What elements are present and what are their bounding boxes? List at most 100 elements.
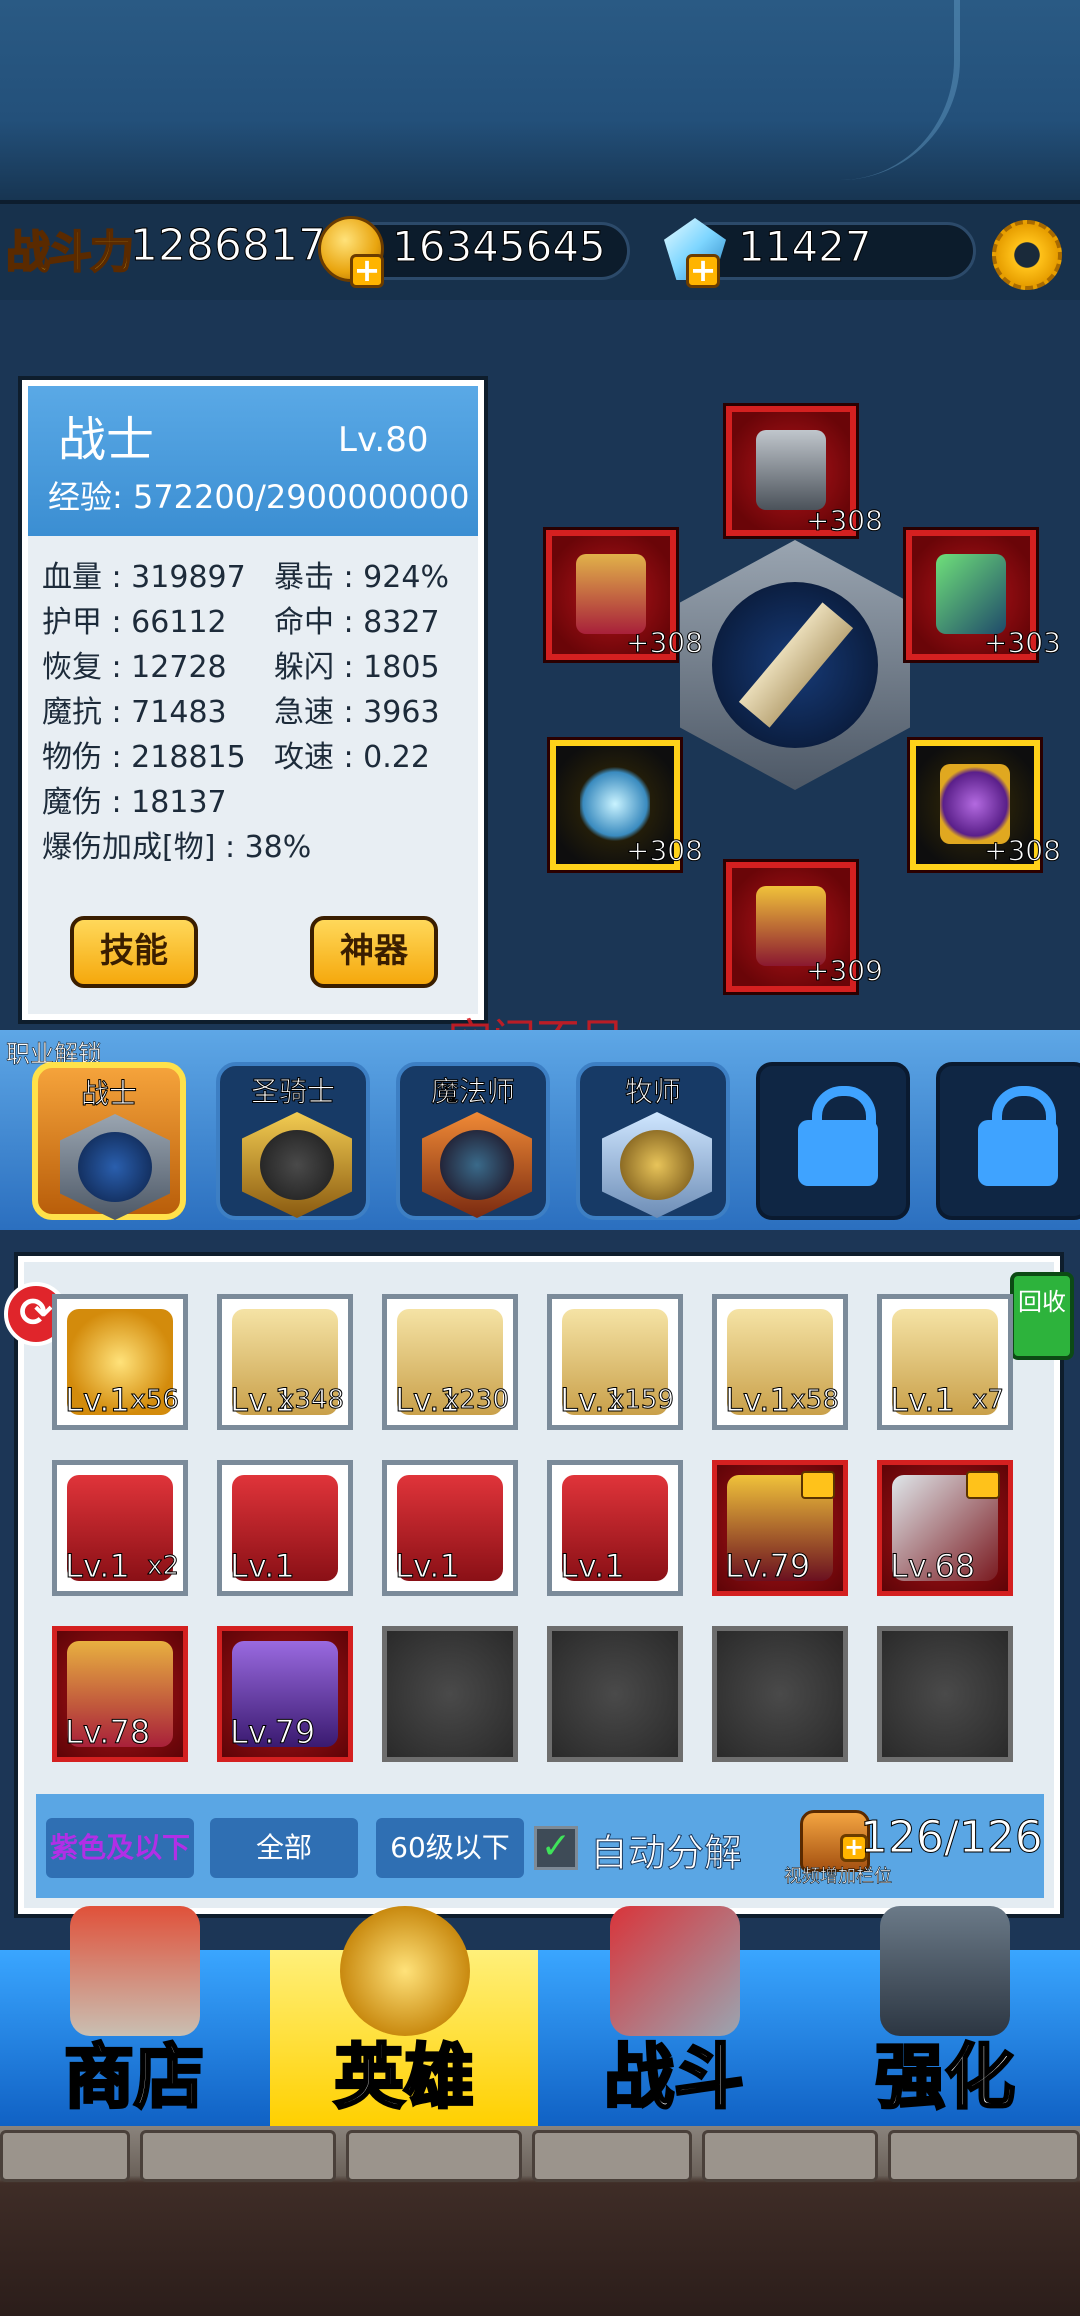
inventory-slot[interactable]: Lv.1: [217, 1460, 353, 1596]
nav-label: 强化: [874, 2035, 1017, 2120]
item-level: Lv.78: [64, 1713, 151, 1752]
tab-class-locked[interactable]: [936, 1062, 1080, 1220]
nav-shop[interactable]: 商店: [0, 1906, 268, 2126]
plus-icon[interactable]: +: [686, 254, 720, 288]
tab-class-mage[interactable]: 魔法师: [396, 1062, 550, 1220]
item-qty: x2: [147, 1551, 180, 1582]
inventory-slot-empty[interactable]: [547, 1626, 683, 1762]
skill-button[interactable]: 技能: [70, 916, 198, 988]
stat-left: 恢复 : 12728: [42, 650, 227, 685]
item-qty: x7: [972, 1385, 1005, 1416]
equip-plus: +308: [984, 834, 1062, 868]
item-qty: x230: [443, 1385, 509, 1416]
inventory-slot[interactable]: Lv.1 x230: [382, 1294, 518, 1430]
tab-class-priest[interactable]: 牧师: [576, 1062, 730, 1220]
stat-left: 爆伤加成[物] : 38%: [42, 830, 312, 865]
inventory-slot[interactable]: Lv.79: [217, 1626, 353, 1762]
inventory-slot[interactable]: Lv.1 x7: [877, 1294, 1013, 1430]
class-tab-label: 圣骑士: [250, 1075, 335, 1109]
stats-header: 战士 Lv.80 经验: 572200/2900000000: [28, 386, 478, 536]
stat-left: 物伤 : 218815: [42, 740, 246, 775]
item-level: Lv.1: [560, 1547, 626, 1586]
tab-class-locked[interactable]: [756, 1062, 910, 1220]
padlock-icon: [966, 1471, 1000, 1499]
nav-battle[interactable]: 战斗: [540, 1906, 808, 2126]
helmet-icon: [340, 1906, 470, 2036]
inventory-slot-empty[interactable]: [382, 1626, 518, 1762]
staff-icon: [422, 1112, 532, 1218]
recycle-bin-button[interactable]: 回收: [1010, 1272, 1074, 1360]
inventory-slot[interactable]: Lv.1: [382, 1460, 518, 1596]
brick: [888, 2130, 1080, 2182]
inventory-slot[interactable]: Lv.68: [877, 1460, 1013, 1596]
lock-icon: [978, 1086, 1058, 1186]
tab-class-warrior[interactable]: 战士: [32, 1062, 186, 1220]
item-level: Lv.68: [889, 1547, 976, 1586]
stat-left: 护甲 : 66112: [42, 605, 227, 640]
class-tab-label: 牧师: [624, 1075, 681, 1109]
inventory-slot-empty[interactable]: [877, 1626, 1013, 1762]
top-banner: [0, 0, 1080, 200]
inventory-capacity: 126/126: [860, 1812, 1044, 1864]
item-level: Lv.79: [724, 1547, 811, 1586]
nav-label: 战斗: [603, 2035, 746, 2120]
item-level: Lv.1: [395, 1547, 461, 1586]
inventory-slot[interactable]: Lv.1: [547, 1460, 683, 1596]
inventory-slot[interactable]: Lv.1 x58: [712, 1294, 848, 1430]
filter-below-lv60[interactable]: 60级以下: [376, 1818, 524, 1878]
plus-icon[interactable]: +: [350, 254, 384, 288]
brick: [140, 2130, 336, 2182]
nav-label: 英雄: [333, 2035, 476, 2120]
inventory-slot[interactable]: Lv.1 x348: [217, 1294, 353, 1430]
crossed-swords-icon: [610, 1906, 740, 2036]
gear-icon[interactable]: [992, 220, 1062, 290]
stat-left: 魔伤 : 18137: [42, 785, 227, 820]
gold-value: 16345645: [392, 222, 607, 272]
inventory-slot[interactable]: Lv.1 x2: [52, 1460, 188, 1596]
equip-plus: +303: [984, 626, 1062, 660]
stat-right: 急速 : 3963: [274, 695, 440, 730]
stat-left: 魔抗 : 71483: [42, 695, 227, 730]
nav-hero[interactable]: 英雄: [270, 1906, 538, 2126]
video-add-slot-hint: 视频增加栏位: [784, 1866, 893, 1888]
item-qty: x56: [130, 1385, 179, 1416]
stat-right: 攻速 : 0.22: [274, 740, 430, 775]
stat-right: 命中 : 8327: [274, 605, 440, 640]
class-tab-label: 魔法师: [430, 1075, 515, 1109]
item-level: Lv.1: [890, 1381, 956, 1420]
auto-decompose-checkbox[interactable]: ✓: [534, 1826, 578, 1870]
artifact-button[interactable]: 神器: [310, 916, 438, 988]
hero-exp: 经验: 572200/2900000000: [48, 478, 470, 516]
brick: [0, 2130, 130, 2182]
lock-icon: [798, 1086, 878, 1186]
anvil-hammer-icon: [880, 1906, 1010, 2036]
hammer-icon: [242, 1112, 352, 1218]
gem-value: 11427: [738, 222, 873, 272]
sword-icon: [712, 582, 878, 748]
hero-class-name: 战士: [58, 412, 155, 468]
item-level: Lv.1: [65, 1547, 131, 1586]
brick: [532, 2130, 692, 2182]
hero-stats-card: 战士 Lv.80 经验: 572200/2900000000 血量 : 3198…: [22, 380, 484, 1020]
filter-all[interactable]: 全部: [210, 1818, 358, 1878]
filter-purple-below[interactable]: 紫色及以下: [46, 1818, 194, 1878]
item-qty: x159: [608, 1385, 674, 1416]
inventory-slot-empty[interactable]: [712, 1626, 848, 1762]
inventory-slot[interactable]: Lv.79: [712, 1460, 848, 1596]
item-qty: x58: [790, 1385, 839, 1416]
nav-upgrade[interactable]: 强化: [810, 1906, 1080, 2126]
shop-icon: [70, 1906, 200, 2036]
power-label: 战斗力: [5, 226, 135, 279]
inventory-slot[interactable]: Lv.1 x56: [52, 1294, 188, 1430]
hero-level: Lv.80: [338, 420, 429, 460]
auto-decompose-label: 自动分解: [589, 1831, 743, 1876]
stat-right: 暴击 : 924%: [274, 560, 449, 595]
item-level: Lv.79: [229, 1713, 316, 1752]
equip-plus: +308: [626, 626, 704, 660]
inventory-slot[interactable]: Lv.78: [52, 1626, 188, 1762]
item-level: Lv.1: [725, 1381, 791, 1420]
recycle-label: 回收: [1018, 1288, 1066, 1316]
stat-left: 血量 : 319897: [42, 560, 246, 595]
inventory-slot[interactable]: Lv.1 x159: [547, 1294, 683, 1430]
tab-class-paladin[interactable]: 圣骑士: [216, 1062, 370, 1220]
